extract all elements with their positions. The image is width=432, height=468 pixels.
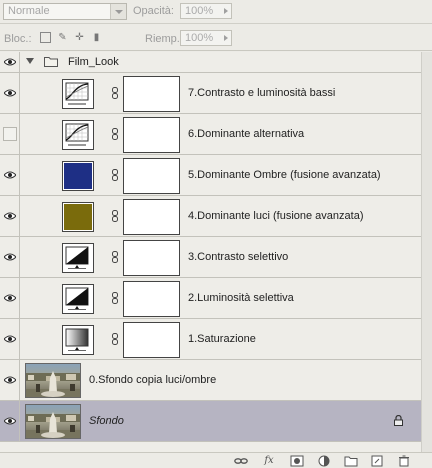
chain-link-icon[interactable] [112, 169, 118, 181]
folder-icon [44, 57, 58, 67]
adjustment-layer-row[interactable]: 4.Dominante luci (fusione avanzata) [0, 196, 421, 237]
color-fill-icon[interactable] [62, 202, 94, 232]
fill-label: Riemp.: [145, 33, 183, 45]
pixel-layer-row[interactable]: 0.Sfondo copia luci/ombre [0, 360, 421, 401]
fill-arrow-icon[interactable] [224, 35, 228, 41]
adjustment-layer-row[interactable]: 5.Dominante Ombre (fusione avanzata) [0, 155, 421, 196]
blend-mode-select[interactable]: Normale [3, 3, 127, 20]
fill-value: 100% [185, 32, 214, 44]
lock-options-bar: Bloc.: ✎ ✛ ▮ Riemp.: 100% [0, 24, 432, 51]
scrollbar[interactable] [421, 52, 432, 452]
opacity-field[interactable]: 100% [180, 3, 232, 19]
fill-field[interactable]: 100% [180, 30, 232, 46]
curves-icon[interactable] [62, 120, 94, 150]
adjustment-layer-row[interactable]: 2.Luminosità selettiva [0, 278, 421, 319]
layer-mask-thumbnail[interactable] [123, 199, 180, 235]
gradient-map-icon[interactable] [62, 325, 94, 355]
eye-icon [4, 335, 16, 343]
layer-thumbnail[interactable] [25, 404, 81, 439]
eye-icon [4, 212, 16, 220]
visibility-toggle[interactable] [0, 401, 20, 441]
levels-icon[interactable] [62, 284, 94, 314]
levels-icon[interactable] [62, 243, 94, 273]
visibility-toggle[interactable] [0, 114, 20, 154]
chain-link-icon[interactable] [112, 292, 118, 304]
layer-mask-thumbnail[interactable] [123, 281, 180, 317]
layer-name: Sfondo [89, 415, 124, 427]
layer-name: 5.Dominante Ombre (fusione avanzata) [188, 169, 381, 181]
adjustment-layer-row[interactable]: 3.Contrasto selettivo [0, 237, 421, 278]
layer-options-bar: Normale Opacità: 100% [0, 0, 432, 24]
adjustment-layer-row[interactable]: 1.Saturazione [0, 319, 421, 360]
chain-link-icon[interactable] [112, 333, 118, 345]
opacity-value: 100% [185, 5, 214, 17]
layer-name: 7.Contrasto e luminosità bassi [188, 87, 336, 99]
opacity-arrow-icon[interactable] [224, 8, 228, 14]
adjustment-layer-row[interactable]: 6.Dominante alternativa [0, 114, 421, 155]
visibility-toggle[interactable] [0, 319, 20, 359]
visibility-toggle[interactable] [0, 52, 20, 72]
chain-link-icon[interactable] [112, 251, 118, 263]
layer-mask-thumbnail[interactable] [123, 240, 180, 276]
visibility-toggle[interactable] [0, 196, 20, 236]
layer-mask-thumbnail[interactable] [123, 76, 180, 112]
hidden-visibility-box[interactable] [3, 127, 17, 141]
layers-list: Film_Look 7.Contrasto e luminosità bassi… [0, 52, 421, 452]
visibility-toggle[interactable] [0, 360, 20, 400]
layer-mask-thumbnail[interactable] [123, 322, 180, 358]
lock-label: Bloc.: [4, 33, 32, 45]
group-name: Film_Look [68, 56, 119, 68]
layers-bottom-toolbar: fx [0, 452, 432, 468]
blend-mode-value: Normale [8, 5, 50, 17]
eye-icon [4, 89, 16, 97]
layer-name: 3.Contrasto selettivo [188, 251, 289, 263]
lock-icon [394, 415, 403, 426]
eye-icon [4, 294, 16, 302]
layer-thumbnail[interactable] [25, 363, 81, 398]
lock-brush-icon[interactable]: ✎ [57, 32, 68, 43]
opacity-label: Opacità: [133, 5, 174, 17]
chain-link-icon[interactable] [112, 128, 118, 140]
link-icon[interactable] [234, 455, 248, 467]
folder-icon[interactable] [344, 455, 358, 467]
expand-triangle-icon[interactable] [26, 58, 34, 64]
adjustment-layer-row[interactable]: 7.Contrasto e luminosità bassi [0, 73, 421, 114]
chain-link-icon[interactable] [112, 87, 118, 99]
layer-group-row[interactable]: Film_Look [0, 52, 421, 73]
fx-icon[interactable]: fx [262, 455, 276, 467]
eye-icon [4, 376, 16, 384]
new-layer-icon[interactable] [370, 455, 384, 467]
eye-icon [4, 171, 16, 179]
layer-name: 6.Dominante alternativa [188, 128, 305, 140]
visibility-toggle[interactable] [0, 73, 20, 113]
lock-transparency-icon[interactable] [40, 32, 51, 43]
eye-icon [4, 417, 16, 425]
layer-name: 2.Luminosità selettiva [188, 292, 294, 304]
layer-name: 4.Dominante luci (fusione avanzata) [188, 210, 364, 222]
eye-icon [4, 253, 16, 261]
lock-move-icon[interactable]: ✛ [74, 32, 85, 43]
layer-name: 1.Saturazione [188, 333, 256, 345]
lock-all-icon[interactable]: ▮ [91, 32, 102, 43]
chain-link-icon[interactable] [112, 210, 118, 222]
visibility-toggle[interactable] [0, 237, 20, 277]
visibility-toggle[interactable] [0, 278, 20, 318]
layer-mask-thumbnail[interactable] [123, 117, 180, 153]
color-fill-icon[interactable] [62, 161, 94, 191]
curves-icon[interactable] [62, 79, 94, 109]
layer-mask-thumbnail[interactable] [123, 158, 180, 194]
adjustment-icon[interactable] [317, 455, 331, 467]
pixel-layer-row[interactable]: Sfondo [0, 401, 421, 442]
chevron-down-icon [110, 4, 126, 19]
trash-icon[interactable] [397, 455, 411, 467]
visibility-toggle[interactable] [0, 155, 20, 195]
layer-name: 0.Sfondo copia luci/ombre [89, 374, 217, 386]
eye-icon [4, 58, 16, 66]
mask-icon[interactable] [290, 455, 304, 467]
